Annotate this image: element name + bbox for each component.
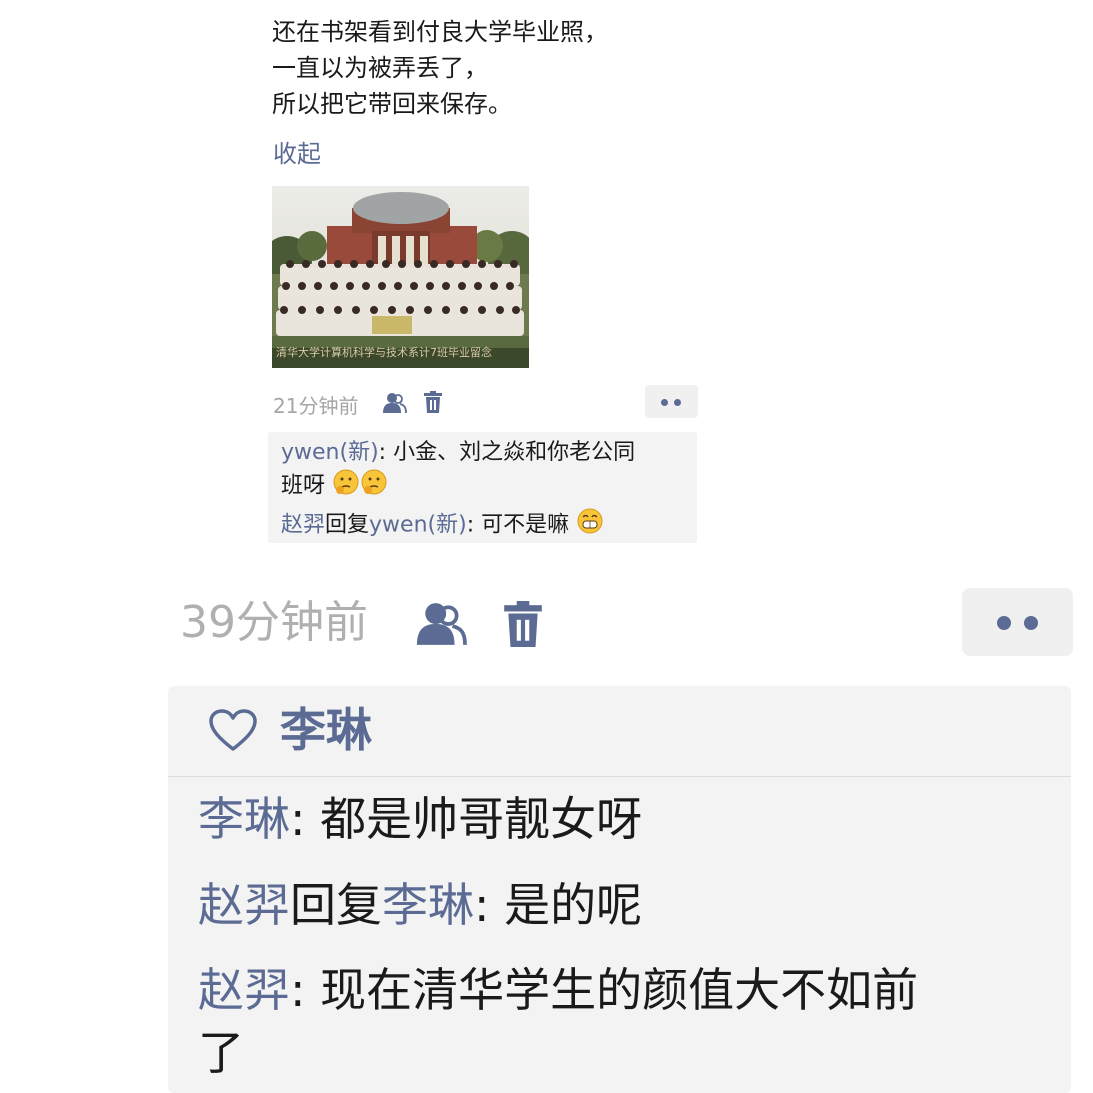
grin-emoji xyxy=(576,507,604,544)
comment-text: 是的呢 xyxy=(504,878,643,932)
comment-line: 赵羿: 现在清华学生的颜值大不如前 xyxy=(198,961,918,1019)
comment-separator: : xyxy=(466,512,482,538)
comment-text: 可不是嘛 xyxy=(481,512,570,538)
more-button[interactable] xyxy=(962,588,1073,656)
post-text-line: 一直以为被弄丢了， xyxy=(272,54,488,82)
comment-text: 现在清华学生的颜值大不如前 xyxy=(320,963,919,1017)
more-icon xyxy=(674,399,681,406)
post-text-line: 所以把它带回来保存。 xyxy=(272,90,512,118)
comment-line: 李琳: 都是帅哥靓女呀 xyxy=(198,790,642,848)
commenter-name[interactable]: 赵羿 xyxy=(281,513,325,538)
commenter-name[interactable]: 李琳 xyxy=(198,792,290,846)
commenter-name[interactable]: 赵羿 xyxy=(198,963,290,1017)
more-icon xyxy=(661,399,668,406)
post-body: 还在书架看到付良大学毕业照， 一直以为被弄丢了， 所以把它带回来保存。 xyxy=(272,14,692,122)
comment-text: 小金、刘之焱和你老公同 xyxy=(393,440,636,465)
thinking-emoji xyxy=(360,468,388,505)
comment-line: 班呀 xyxy=(281,468,388,505)
comment-box-small: ywen(新): 小金、刘之焱和你老公同 班呀 赵羿回复ywen(新): 可不是… xyxy=(268,432,697,543)
reply-word: 回复 xyxy=(325,512,370,538)
commenter-name[interactable]: ywen(新) xyxy=(281,440,379,465)
comment-line: 赵羿回复李琳: 是的呢 xyxy=(198,876,642,934)
more-icon xyxy=(1024,616,1038,630)
reply-target-name[interactable]: ywen(新) xyxy=(369,513,467,538)
heart-icon[interactable] xyxy=(208,708,258,756)
comment-box-large: 李琳 李琳: 都是帅哥靓女呀 赵羿回复李琳: 是的呢 赵羿: 现在清华学生的颜值… xyxy=(168,686,1071,1093)
photo-caption: 清华大学计算机科学与技术系计7班毕业留念 xyxy=(276,346,492,359)
comment-text: 了 xyxy=(198,1026,244,1080)
more-icon xyxy=(997,616,1011,630)
comment-separator: : xyxy=(290,792,321,846)
graduation-photo xyxy=(272,186,529,368)
post-photo[interactable]: 清华大学计算机科学与技术系计7班毕业留念 xyxy=(272,186,529,368)
comment-text: 都是帅哥靓女呀 xyxy=(320,792,643,846)
comment-line: 赵羿回复ywen(新): 可不是嘛 xyxy=(281,507,604,544)
delete-icon[interactable] xyxy=(424,391,442,413)
comment-separator: : xyxy=(474,878,505,932)
liker-name[interactable]: 李琳 xyxy=(280,702,372,758)
comment-separator: : xyxy=(290,963,321,1017)
comment-separator: : xyxy=(378,440,394,465)
post-time: 21分钟前 xyxy=(273,394,359,418)
thinking-emoji xyxy=(332,468,360,505)
commenter-name[interactable]: 赵羿 xyxy=(198,878,290,932)
visibility-icon[interactable] xyxy=(383,392,407,414)
comment-line: 了 xyxy=(198,1024,244,1082)
reply-word: 回复 xyxy=(290,878,382,932)
more-button[interactable] xyxy=(645,385,698,418)
post-text-line: 还在书架看到付良大学毕业照， xyxy=(272,18,608,46)
comment-line: ywen(新): 小金、刘之焱和你老公同 xyxy=(281,438,635,468)
comment-text: 班呀 xyxy=(281,473,326,499)
reply-target-name[interactable]: 李琳 xyxy=(382,878,474,932)
post-time: 39分钟前 xyxy=(180,597,368,648)
delete-icon[interactable] xyxy=(504,601,542,647)
likes-row: 李琳 xyxy=(168,686,1071,777)
visibility-icon[interactable] xyxy=(415,601,469,647)
collapse-link[interactable]: 收起 xyxy=(273,138,321,170)
